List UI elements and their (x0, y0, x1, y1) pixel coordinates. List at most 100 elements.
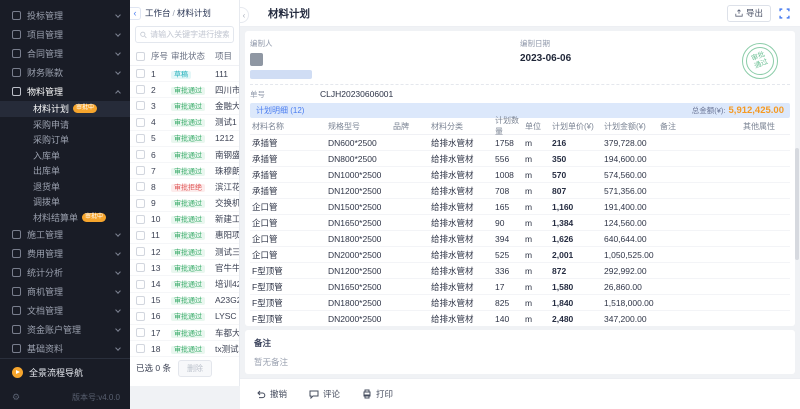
list-item[interactable]: 9审批通过交换机 (130, 196, 239, 212)
creator-avatar (250, 53, 263, 66)
row-no: 2 (151, 85, 171, 95)
sidebar-item-outbound-order[interactable]: 出库单 (0, 163, 130, 179)
sidebar-item-contract-management[interactable]: 合同管理 (0, 44, 130, 63)
search-box[interactable] (135, 26, 234, 43)
sidebar-item-expense-management[interactable]: 费用管理 (0, 244, 130, 263)
list-item[interactable]: 13审批通过官牛牛 (130, 260, 239, 276)
sidebar-item-document-management[interactable]: 文档管理 (0, 301, 130, 320)
row-checkbox[interactable] (136, 134, 145, 143)
collapse-sidebar-button[interactable]: ‹ (130, 7, 141, 20)
list-item[interactable]: 6审批通过南钢盛达大 (130, 147, 239, 163)
row-no: 16 (151, 311, 171, 321)
chevron-up-icon (115, 90, 121, 96)
status-badge: 审批通过 (171, 87, 205, 95)
list-item[interactable]: 12审批通过测试三环路 (130, 244, 239, 260)
list-item[interactable]: 18审批通过tx测试2 (130, 341, 239, 357)
detail-card: 编制人 编制日期 2023-06-06 审批通过 单号 CLJH20230606… (245, 31, 795, 326)
list-item[interactable]: 10审批通过新建工程-测 (130, 212, 239, 228)
bid-management-icon (12, 11, 21, 20)
gear-icon[interactable]: ⚙ (12, 392, 20, 403)
comment-button[interactable]: 评论 (309, 388, 340, 400)
list-item[interactable]: 17审批通过车都大厦 (130, 325, 239, 341)
sidebar-item-process-navigation[interactable]: 全景流程导航 (0, 359, 130, 385)
material-row: 企口管DN2000*2500给排水管材525m2,0011,050,525.00 (250, 247, 790, 263)
status-badge: 审批拒绝 (171, 184, 205, 192)
sidebar-item-fund-account-management[interactable]: 资金账户管理 (0, 320, 130, 339)
finance-accounts-icon (12, 68, 21, 77)
list-item[interactable]: 16审批通过LYSC (130, 309, 239, 325)
list-item[interactable]: 3审批通过金融大厦采 (130, 98, 239, 114)
remark-label: 备注 (254, 337, 786, 349)
row-checkbox[interactable] (136, 215, 145, 224)
list-item[interactable]: 15审批通过A23G2511 (130, 293, 239, 309)
sidebar-item-bid-management[interactable]: 投标管理 (0, 6, 130, 25)
sidebar-item-finance-accounts[interactable]: 财务账款 (0, 63, 130, 82)
row-no: 4 (151, 117, 171, 127)
list-item[interactable]: 5审批通过1212 (130, 131, 239, 147)
list-item[interactable]: 11审批通过惠阳项目 (130, 228, 239, 244)
export-button[interactable]: 导出 (727, 5, 771, 22)
select-all-checkbox[interactable] (136, 52, 145, 61)
construction-management-icon (12, 230, 21, 239)
sidebar-item-business-opportunity[interactable]: 商机管理 (0, 282, 130, 301)
order-no-label: 单号 (250, 89, 320, 100)
detail-column-0: 材料名称 (252, 121, 328, 132)
row-checkbox[interactable] (136, 328, 145, 337)
row-no: 14 (151, 279, 171, 289)
status-badge: 审批通过 (171, 119, 205, 127)
print-button[interactable]: 打印 (362, 388, 393, 400)
sidebar-item-material-plan[interactable]: 材料计划审批中 (0, 101, 130, 117)
breadcrumb-separator: / (173, 8, 175, 18)
sidebar-item-purchase-request[interactable]: 采购申请 (0, 117, 130, 133)
row-project: 111 (215, 69, 239, 79)
breadcrumb-current: 材料计划 (177, 8, 211, 18)
list-item[interactable]: 14审批通过培训425 (130, 276, 239, 292)
sidebar-item-material-settlement[interactable]: 材料结算单审批中 (0, 210, 130, 226)
search-input[interactable] (150, 30, 229, 39)
sidebar-item-basic-data[interactable]: 基础资料 (0, 339, 130, 358)
list-item[interactable]: 4审批通过测试1 (130, 115, 239, 131)
row-checkbox[interactable] (136, 280, 145, 289)
row-checkbox[interactable] (136, 182, 145, 191)
row-checkbox[interactable] (136, 247, 145, 256)
row-checkbox[interactable] (136, 231, 145, 240)
detail-scrollbar[interactable] (795, 148, 799, 260)
delete-button[interactable]: 删除 (178, 360, 212, 377)
list-item[interactable]: 8审批拒绝滨江花城10 (130, 179, 239, 195)
status-badge: 审批通过 (171, 281, 205, 289)
row-checkbox[interactable] (136, 101, 145, 110)
status-badge: 审批通过 (171, 297, 205, 305)
list-item[interactable]: 1草稿111 (130, 66, 239, 82)
row-checkbox[interactable] (136, 85, 145, 94)
chevron-down-icon (115, 69, 121, 75)
row-checkbox[interactable] (136, 344, 145, 353)
row-checkbox[interactable] (136, 118, 145, 127)
row-checkbox[interactable] (136, 296, 145, 305)
detail-panel: ‹ 材料计划 导出 编制人 编制日期 2023-06-06 审批通过 (240, 0, 800, 409)
sidebar-item-transfer-order[interactable]: 调拨单 (0, 194, 130, 210)
row-checkbox[interactable] (136, 166, 145, 175)
row-checkbox[interactable] (136, 312, 145, 321)
sidebar-item-inbound-order[interactable]: 入库单 (0, 148, 130, 164)
sidebar-item-purchase-order[interactable]: 采购订单 (0, 132, 130, 148)
breadcrumb-root[interactable]: 工作台 (145, 8, 171, 18)
row-checkbox[interactable] (136, 69, 145, 78)
list-item[interactable]: 7审批通过珠穆朗玛峰 (130, 163, 239, 179)
row-checkbox[interactable] (136, 263, 145, 272)
sidebar-item-construction-management[interactable]: 施工管理 (0, 225, 130, 244)
approval-stamp: 审批通过 (742, 43, 778, 79)
list-item[interactable]: 2审批通过四川市政项 (130, 82, 239, 98)
row-checkbox[interactable] (136, 150, 145, 159)
undo-icon (256, 389, 266, 399)
sidebar-footer: 全景流程导航 ⚙ 版本号:v4.0.0 (0, 358, 130, 409)
sidebar-item-project-management[interactable]: 项目管理 (0, 25, 130, 44)
sidebar-item-statistics-analysis[interactable]: 统计分析 (0, 263, 130, 282)
sidebar-item-material-management[interactable]: 物料管理 (0, 82, 130, 101)
row-project: 1212 (215, 133, 239, 143)
fullscreen-icon[interactable] (779, 8, 790, 19)
row-checkbox[interactable] (136, 199, 145, 208)
undo-button[interactable]: 撤销 (256, 388, 287, 400)
sidebar-item-return-order[interactable]: 退货单 (0, 179, 130, 195)
row-project: 惠阳项目 (215, 229, 239, 241)
status-badge: 审批通过 (171, 313, 205, 321)
